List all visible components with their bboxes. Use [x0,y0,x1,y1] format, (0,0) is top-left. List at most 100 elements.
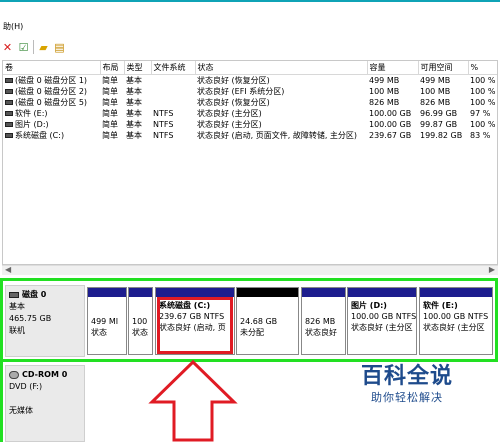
col-header-capacity[interactable]: 容量 [367,61,419,75]
table-row[interactable]: (磁盘 0 磁盘分区 1) 简单 基本 状态良好 (恢复分区) 499 MB 4… [3,74,497,86]
cell-layout: 简单 [102,108,118,118]
disk-0-type: 基本 [9,302,25,311]
red-arrow-icon [148,359,238,442]
menu-help[interactable]: 助(H) [3,22,23,31]
table-row[interactable]: 图片 (D:) 简单 基本 NTFS 状态良好 (主分区) 100.00 GB … [3,119,497,130]
cell-free-space: 199.82 GB [420,130,463,140]
table-row[interactable]: (磁盘 0 磁盘分区 2) 简单 基本 状态良好 (EFI 系统分区) 100 … [3,86,497,97]
cell-volume: (磁盘 0 磁盘分区 2) [15,86,88,96]
cell-volume: 系统磁盘 (C:) [15,130,65,140]
properties-icon[interactable]: ▤ [53,41,66,54]
menu-bar: 助(H) [0,18,500,36]
table-row[interactable]: 系统磁盘 (C:) 简单 基本 NTFS 状态良好 (启动, 页面文件, 故障转… [3,130,497,141]
cell-filesystem [151,74,195,86]
partition-size: 100 [132,317,148,326]
cell-capacity: 100.00 GB [369,108,412,118]
cell-volume: (磁盘 0 磁盘分区 5) [15,97,88,107]
cell-percent: 97 % [470,108,491,118]
col-header-volume[interactable]: 卷 [3,61,101,75]
cell-free-space: 96.99 GB [420,108,458,118]
scroll-left-icon[interactable]: ◀ [5,265,11,274]
partition-bar [302,288,345,297]
partition-status: 未分配 [240,328,264,337]
cell-status: 状态良好 (主分区) [197,108,262,118]
cdrom-type: DVD (F:) [9,382,43,391]
partition-bar [88,288,126,297]
cell-percent: 100 % [470,97,496,107]
cell-capacity: 239.67 GB [369,130,412,140]
cell-capacity: 826 MB [369,97,400,107]
red-highlight-box [157,297,233,354]
cell-percent: 100 % [470,75,496,85]
partition-efi[interactable]: 100 状态 [128,287,153,355]
cell-percent: 100 % [470,119,496,129]
watermark: 百科全说 助你轻松解决 [343,363,471,415]
partition-name: 图片 (D:) [351,301,387,310]
volume-icon [5,99,13,105]
col-header-free-space[interactable]: 可用空间 [418,61,469,75]
cell-free-space: 499 MB [420,75,451,85]
horizontal-scrollbar[interactable]: ◀ ▶ [2,265,498,275]
partition-bar [348,288,416,297]
partition-recovery-5[interactable]: 826 MB 状态良好 [301,287,346,355]
disk-0-status: 联机 [9,326,25,335]
watermark-title: 百科全说 [360,364,453,389]
cell-filesystem [151,86,195,97]
toolbar: ✕ ☑ ▰ ▤ [0,37,500,57]
cell-type: 基本 [126,130,142,140]
partition-recovery-1[interactable]: 499 MI 状态 [87,287,127,355]
cell-filesystem: NTFS [153,108,174,118]
partition-unallocated[interactable]: 24.68 GB 未分配 [236,287,299,355]
cell-layout: 简单 [102,97,118,107]
col-header-percent[interactable]: % [468,61,497,75]
partition-status: 状态良好 [305,328,337,337]
table-row[interactable]: 软件 (E:) 简单 基本 NTFS 状态良好 (主分区) 100.00 GB … [3,108,497,119]
cdrom-name: CD-ROM 0 [22,370,68,379]
partition-status: 状态良好 (主分区 [351,323,413,332]
partition-bar [156,288,234,297]
volume-icon [5,88,13,94]
partition-size: 24.68 GB [240,317,278,326]
cell-layout: 简单 [102,130,118,140]
cell-type: 基本 [126,97,142,107]
cell-free-space: 100 MB [420,86,451,96]
cell-capacity: 100.00 GB [369,119,412,129]
col-header-layout[interactable]: 布局 [100,61,125,75]
cdrom-label[interactable]: CD-ROM 0 DVD (F:) 无媒体 [5,365,85,442]
cd-icon [9,370,19,379]
close-red-x-icon[interactable]: ✕ [1,41,14,54]
folder-up-icon[interactable]: ▰ [37,41,50,54]
volume-icon [5,132,13,138]
volume-list: 卷 布局 类型 文件系统 状态 容量 可用空间 % (磁盘 0 磁盘分区 1) … [2,60,498,265]
table-row[interactable]: (磁盘 0 磁盘分区 5) 简单 基本 状态良好 (恢复分区) 826 MB 8… [3,97,497,108]
toolbar-separator [33,40,34,54]
cdrom-status: 无媒体 [9,406,33,415]
check-doc-icon[interactable]: ☑ [17,41,30,54]
partition-status: 状态良好 (主分区 [423,323,485,332]
partition-software-e[interactable]: 软件 (E:) 100.00 GB NTFS 状态良好 (主分区 [419,287,493,355]
cell-free-space: 99.87 GB [420,119,458,129]
disk-0-size: 465.75 GB [9,314,52,323]
unallocated-bar [237,288,298,297]
partition-size: 826 MB [305,317,336,326]
watermark-subtitle: 助你轻松解决 [371,391,443,404]
col-header-type[interactable]: 类型 [124,61,152,75]
volume-icon [5,121,13,127]
partition-bar [420,288,492,297]
partition-size: 100.00 GB NTFS [423,312,489,321]
cell-type: 基本 [126,86,142,96]
partition-size: 100.00 GB NTFS [351,312,416,321]
partition-pictures-d[interactable]: 图片 (D:) 100.00 GB NTFS 状态良好 (主分区 [347,287,417,355]
cell-type: 基本 [126,75,142,85]
partition-status: 状态 [132,328,148,337]
col-header-filesystem[interactable]: 文件系统 [151,61,196,75]
scroll-right-icon[interactable]: ▶ [489,265,495,274]
partition-size: 499 MI [91,317,119,326]
col-header-status[interactable]: 状态 [195,61,368,75]
disk-0-label[interactable]: 磁盘 0 基本 465.75 GB 联机 [5,285,85,357]
cell-filesystem [151,97,195,108]
cell-status: 状态良好 (主分区) [197,119,262,129]
disk-icon [9,291,19,298]
cell-type: 基本 [126,108,142,118]
partition-name: 软件 (E:) [423,301,458,310]
